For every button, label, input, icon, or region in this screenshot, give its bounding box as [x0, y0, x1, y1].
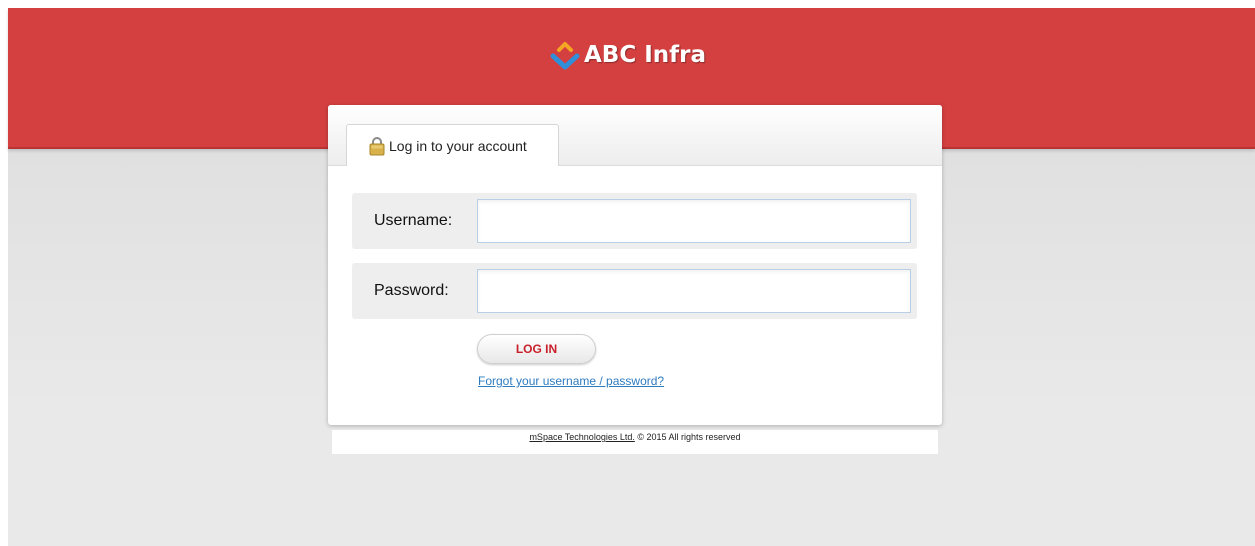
- login-panel: Log in to your account Username: Passwor…: [328, 105, 942, 425]
- password-input[interactable]: [477, 269, 911, 313]
- password-row: Password:: [352, 263, 917, 319]
- diamond-chevron-logo-icon: [550, 42, 580, 70]
- login-page: ABC Infra Log in to your account Usernam…: [8, 8, 1255, 546]
- password-label: Password:: [374, 282, 449, 299]
- brand-name: ABC Infra: [584, 42, 707, 68]
- company-link[interactable]: mSpace Technologies Ltd.: [529, 432, 634, 442]
- tab-bar: Log in to your account: [328, 105, 942, 166]
- forgot-password-link[interactable]: Forgot your username / password?: [478, 374, 664, 388]
- tab-login[interactable]: Log in to your account: [346, 124, 559, 166]
- padlock-icon: [369, 136, 385, 155]
- username-row: Username:: [352, 193, 917, 249]
- username-label: Username:: [374, 212, 453, 229]
- username-input[interactable]: [477, 199, 911, 243]
- footer: mSpace Technologies Ltd. © 2015 All righ…: [332, 430, 938, 454]
- copyright-text: © 2015 All rights reserved: [637, 432, 741, 442]
- brand-logo: ABC Infra: [550, 39, 706, 71]
- login-button[interactable]: LOG IN: [477, 334, 596, 364]
- tab-login-label: Log in to your account: [389, 137, 527, 154]
